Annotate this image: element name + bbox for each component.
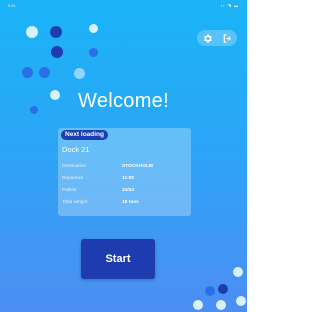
decor-dot: [89, 24, 98, 33]
detail-label: Pallets: [62, 188, 77, 193]
status-time: 9:41: [8, 3, 16, 8]
next-loading-badge: Next loading: [61, 130, 109, 140]
next-loading-card: Next loading Dock 21 Destination STOCKHO…: [58, 128, 191, 216]
decor-dot: [233, 267, 243, 277]
top-actions: [197, 30, 237, 46]
decor-dot: [50, 26, 62, 38]
decor-dot: [89, 48, 98, 57]
detail-label: Total weight: [62, 200, 88, 205]
welcome-screen: 9:41 ▪▪ ◥ ▬ Welcome! Next loading Dock 2…: [0, 0, 247, 312]
detail-row-departure: Departure 11:00: [62, 176, 187, 184]
decor-dot: [218, 284, 228, 294]
decor-dot: [39, 67, 50, 78]
detail-label: Departure: [62, 176, 84, 181]
decor-dot: [193, 300, 203, 310]
detail-value: 19 tons: [122, 200, 139, 205]
status-bar: 9:41 ▪▪ ◥ ▬: [0, 0, 247, 12]
detail-value: 11:00: [122, 176, 135, 181]
detail-value: STOCKHOLM: [122, 164, 153, 169]
gear-icon[interactable]: [199, 30, 215, 46]
detail-value: 33/33: [122, 188, 135, 193]
decor-dot: [236, 296, 246, 306]
decor-dot: [216, 300, 226, 310]
detail-row-pallets: Pallets 33/33: [62, 188, 187, 196]
dock-label: Dock 21: [62, 145, 90, 154]
decor-dot: [74, 68, 85, 79]
detail-label: Destination: [62, 164, 86, 169]
start-button[interactable]: Start: [81, 239, 155, 279]
decor-dot: [26, 26, 38, 38]
detail-row-total-weight: Total weight 19 tons: [62, 200, 187, 208]
decor-dot: [51, 46, 63, 58]
page-title: Welcome!: [78, 90, 169, 112]
detail-row-destination: Destination STOCKHOLM: [62, 164, 187, 172]
logout-icon[interactable]: [219, 30, 235, 46]
decor-dot: [22, 67, 33, 78]
decor-dot: [205, 286, 215, 296]
status-icons: ▪▪ ◥ ▬: [220, 3, 239, 8]
